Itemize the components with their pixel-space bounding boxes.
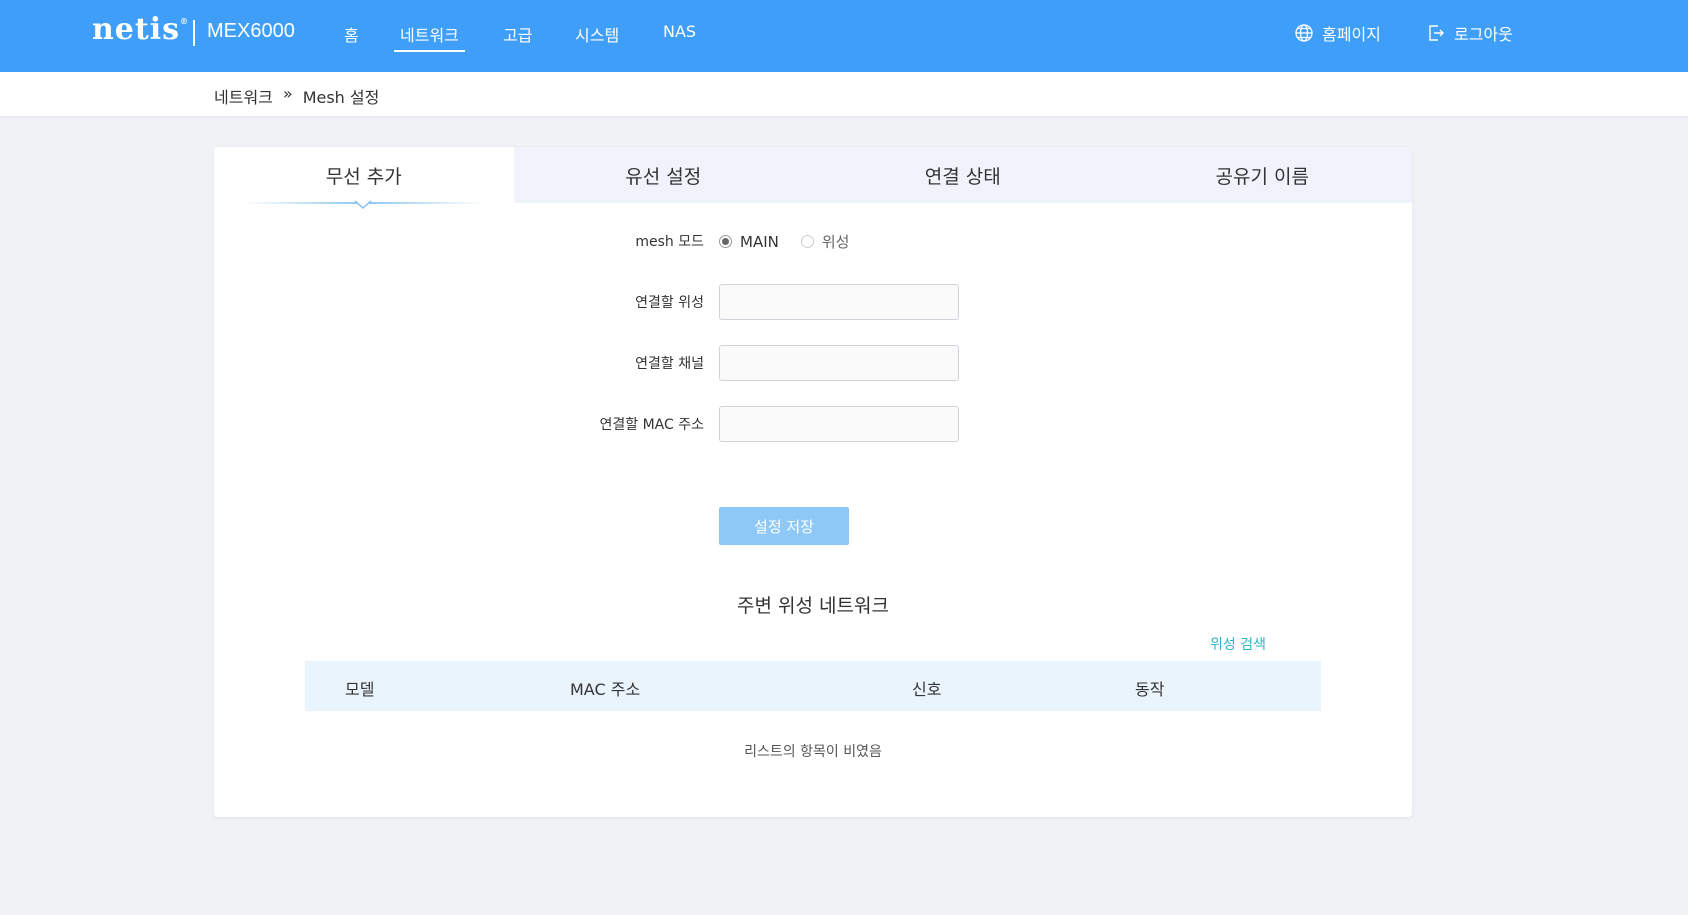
logo-text: netis [92, 12, 181, 47]
empty-list-message: 리스트의 항목이 비였음 [744, 744, 882, 760]
mesh-mode-label: mesh 모드 [635, 234, 704, 250]
logo-registered-mark: ® [180, 16, 190, 26]
column-model: 모델 [345, 680, 375, 699]
nav-network[interactable]: 네트워크 [394, 22, 465, 52]
tab-bar: 무선 추가 유선 설정 연결 상태 공유기 이름 [214, 147, 1412, 203]
mode-main-radio[interactable] [719, 235, 732, 248]
breadcrumb-separator: » [282, 84, 293, 103]
nearby-table-header: 모델 MAC 주소 신호 동작 [305, 661, 1321, 711]
mac-input[interactable] [719, 406, 959, 442]
breadcrumb-bar: 네트워크 » Mesh 설정 [0, 72, 1688, 116]
homepage-link[interactable]: 홈페이지 [1294, 21, 1381, 45]
active-tab-arrow-icon [354, 200, 372, 209]
tab-wireless-add[interactable]: 무선 추가 [214, 147, 514, 203]
channel-label: 연결할 채널 [635, 356, 704, 372]
nav-nas[interactable]: NAS [663, 22, 696, 41]
tab-router-name[interactable]: 공유기 이름 [1113, 147, 1413, 203]
column-mac: MAC 주소 [570, 680, 641, 699]
search-satellite-link[interactable]: 위성 검색 [1210, 634, 1266, 654]
save-settings-button[interactable]: 설정 저장 [719, 507, 849, 545]
column-signal: 신호 [912, 680, 942, 699]
mode-main-label[interactable]: MAIN [740, 233, 779, 251]
logo-divider [193, 20, 195, 46]
tab-wired-settings[interactable]: 유선 설정 [514, 147, 814, 203]
logout-label: 로그아웃 [1454, 25, 1513, 44]
mesh-settings-card: 무선 추가 유선 설정 연결 상태 공유기 이름 mesh 모드 MAIN 위성… [214, 147, 1412, 817]
nav-home[interactable]: 홈 [344, 22, 359, 46]
netis-logo[interactable]: netis® [92, 12, 189, 47]
satellite-label: 연결할 위성 [635, 295, 704, 311]
channel-input[interactable] [719, 345, 959, 381]
mode-satellite-radio[interactable] [800, 235, 814, 248]
tab-connection-status[interactable]: 연결 상태 [813, 147, 1113, 203]
nav-system[interactable]: 시스템 [575, 22, 619, 46]
mode-satellite-label[interactable]: 위성 [822, 231, 850, 252]
model-name: MEX6000 [207, 20, 295, 42]
breadcrumb-current: Mesh 설정 [302, 88, 380, 107]
breadcrumb: 네트워크 » Mesh 설정 [214, 84, 379, 108]
top-header: netis® MEX6000 홈 네트워크 고급 시스템 NAS 홈페이지 로그… [0, 0, 1688, 72]
mac-label: 연결할 MAC 주소 [599, 417, 705, 433]
mesh-mode-radio-group: MAIN 위성 [719, 231, 863, 252]
breadcrumb-parent[interactable]: 네트워크 [214, 84, 273, 108]
column-action: 동작 [1135, 680, 1165, 699]
logout-link[interactable]: 로그아웃 [1426, 21, 1513, 45]
globe-icon [1295, 24, 1313, 42]
nearby-satellite-title: 주변 위성 네트워크 [737, 595, 889, 617]
nav-advanced[interactable]: 고급 [503, 22, 532, 46]
homepage-label: 홈페이지 [1322, 25, 1381, 44]
logout-icon [1429, 25, 1444, 41]
satellite-input[interactable] [719, 284, 959, 320]
